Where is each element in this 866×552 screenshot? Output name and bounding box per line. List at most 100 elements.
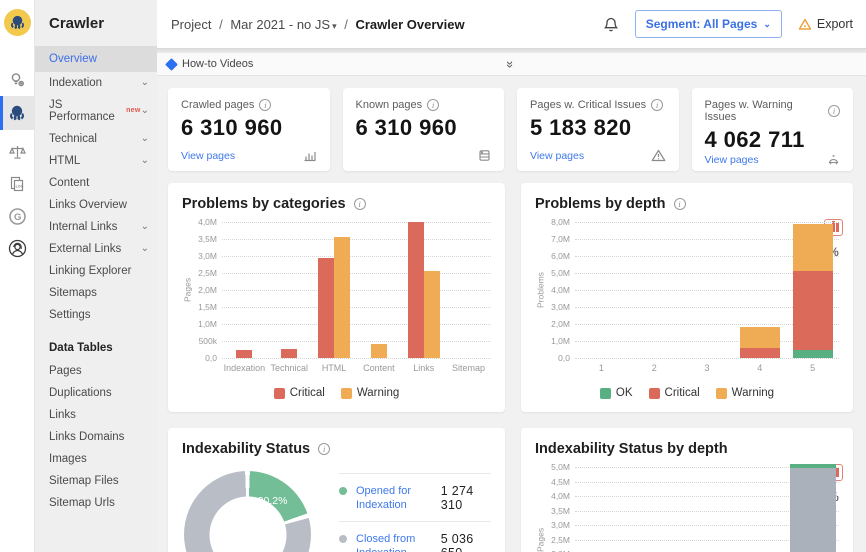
- legend-item-critical[interactable]: Critical: [274, 387, 325, 399]
- stacked-bar[interactable]: [578, 467, 624, 552]
- stacked-bar[interactable]: [631, 467, 677, 552]
- info-icon[interactable]: i: [427, 99, 439, 111]
- sidebar-item-technical[interactable]: Technical⌄: [35, 128, 157, 150]
- legend-label-link[interactable]: Opened for Indexation: [356, 484, 432, 512]
- support-headset-icon[interactable]: [0, 232, 35, 264]
- export-button[interactable]: Export: [798, 17, 853, 31]
- sidebar-item-overview[interactable]: Overview: [35, 46, 157, 72]
- sidebar-item-images[interactable]: Images: [35, 448, 157, 470]
- segment-closed-from-indexation[interactable]: [790, 468, 836, 552]
- info-icon[interactable]: i: [651, 99, 663, 111]
- segment-ok[interactable]: [793, 350, 833, 359]
- stacked-bar[interactable]: [793, 222, 833, 358]
- scales-icon[interactable]: [0, 136, 35, 168]
- chevron-down-icon[interactable]: ▾: [332, 21, 337, 31]
- sidebar-item-links-overview[interactable]: Links Overview: [35, 194, 157, 216]
- howto-videos-bar: How-to Videos »: [157, 53, 866, 76]
- y-axis: 5,0M4,5M4,0M3,5M3,0M2,5M2,0M1,5M1,0M500k…: [546, 467, 575, 552]
- sidebar-item-pages[interactable]: Pages: [35, 360, 157, 382]
- stacked-bar[interactable]: [687, 222, 727, 358]
- botify-logo[interactable]: [4, 9, 31, 36]
- info-icon[interactable]: i: [354, 198, 366, 210]
- sidebar-item-linking-explorer[interactable]: Linking Explorer: [35, 260, 157, 282]
- gridline: [222, 358, 491, 359]
- sidebar-item-settings[interactable]: Settings: [35, 304, 157, 326]
- stacked-bar[interactable]: [790, 467, 836, 552]
- ideas-lightbulb-icon[interactable]: [0, 64, 35, 96]
- kpi-value: 6 310 960: [181, 115, 317, 141]
- view-pages-link[interactable]: View pages: [530, 150, 584, 162]
- view-pages-link[interactable]: View pages: [181, 150, 235, 162]
- g-circle-icon[interactable]: G: [0, 200, 35, 232]
- kpi-label-text: Crawled pages: [181, 99, 254, 111]
- breadcrumb-project-selector[interactable]: Mar 2021 - no JS: [230, 17, 330, 32]
- sidebar-item-label: External Links: [49, 243, 121, 255]
- sidebar-item-label: Images: [49, 453, 87, 465]
- view-pages-link[interactable]: View pages: [705, 154, 759, 166]
- stacked-bar[interactable]: [740, 222, 780, 358]
- info-icon[interactable]: i: [318, 443, 330, 455]
- bar-critical[interactable]: [318, 258, 334, 358]
- crawler-octopus-icon[interactable]: [0, 96, 35, 130]
- chart-area: Pages5,0M4,5M4,0M3,5M3,0M2,5M2,0M1,5M1,0…: [535, 467, 839, 552]
- sidebar-item-external-links[interactable]: External Links⌄: [35, 238, 157, 260]
- sidebar-item-js-performance[interactable]: JS Performancenew⌄: [35, 94, 157, 128]
- bar-slot-2: [628, 467, 681, 552]
- plot-area: [575, 467, 839, 552]
- sidebar-item-internal-links[interactable]: Internal Links ⌄: [35, 216, 157, 238]
- segment-critical[interactable]: [740, 348, 780, 358]
- legend-item-ok[interactable]: OK: [600, 387, 633, 399]
- sidebar-item-links-domains[interactable]: Links Domains: [35, 426, 157, 448]
- donut-chart[interactable]: 20.2%: [184, 471, 311, 552]
- notifications-bell-icon[interactable]: [603, 16, 619, 33]
- bar-warning[interactable]: [334, 237, 350, 358]
- legend-item-warning[interactable]: Warning: [716, 387, 774, 399]
- bars-layer: [222, 222, 491, 358]
- sidebar-item-content[interactable]: Content: [35, 172, 157, 194]
- stacked-bar[interactable]: [634, 222, 674, 358]
- x-tick-label: 1: [575, 363, 628, 373]
- chart-title: Indexability Status by depth: [535, 441, 728, 457]
- sidebar-item-duplications[interactable]: Duplications: [35, 382, 157, 404]
- sidebar-item-label: Content: [49, 177, 89, 189]
- bar-critical[interactable]: [236, 350, 252, 358]
- sidebar-item-links[interactable]: Links: [35, 404, 157, 426]
- donut-legend: Opened for Indexation1 274 310Closed fro…: [339, 473, 491, 552]
- bar-warning[interactable]: [424, 271, 440, 358]
- bar-critical[interactable]: [408, 222, 424, 358]
- bar-warning[interactable]: [371, 344, 387, 358]
- sidebar-item-html[interactable]: HTML⌄: [35, 150, 157, 172]
- segment-critical[interactable]: [793, 271, 833, 349]
- bar-slot-sitemap: [446, 222, 491, 358]
- breadcrumb-root[interactable]: Project: [171, 17, 211, 32]
- sidebar-item-sitemaps[interactable]: Sitemaps: [35, 282, 157, 304]
- indexability-status-by-depth-card: Indexability Status by depth%Pages5,0M4,…: [521, 428, 853, 552]
- sidebar-item-sitemap-urls[interactable]: Sitemap Urls: [35, 492, 157, 514]
- info-icon[interactable]: i: [674, 198, 686, 210]
- howto-videos-label[interactable]: How-to Videos: [182, 58, 253, 70]
- legend-item-critical[interactable]: Critical: [649, 387, 700, 399]
- legend-item-warning[interactable]: Warning: [341, 387, 399, 399]
- chevron-down-icon: ⌄: [141, 158, 149, 164]
- collapse-double-chevron-icon[interactable]: »: [503, 60, 518, 67]
- bar-critical[interactable]: [281, 349, 297, 358]
- x-axis: IndexationTechnicalHTMLContentLinksSitem…: [222, 363, 491, 373]
- kpi-value: 4 062 711: [705, 127, 841, 153]
- sidebar-item-sitemap-files[interactable]: Sitemap Files: [35, 470, 157, 492]
- info-icon[interactable]: i: [259, 99, 271, 111]
- chevron-down-icon: ⌄: [141, 80, 149, 86]
- sidebar-item-indexation[interactable]: Indexation⌄: [35, 72, 157, 94]
- info-icon[interactable]: i: [828, 105, 840, 117]
- sidebar-item-label: Internal Links: [49, 221, 117, 233]
- segment-selector-button[interactable]: Segment: All Pages⌄: [635, 10, 782, 38]
- log-files-icon[interactable]: LOG: [0, 168, 35, 200]
- segment-warning[interactable]: [740, 327, 780, 347]
- stacked-bar[interactable]: [684, 467, 730, 552]
- y-tick-label: 4,0M: [198, 217, 217, 227]
- legend-label-link[interactable]: Closed from Indexation: [356, 532, 432, 552]
- segment-warning[interactable]: [793, 224, 833, 272]
- chevron-down-icon: ⌄: [141, 224, 149, 230]
- bar-slot-links: [401, 222, 446, 358]
- stacked-bar[interactable]: [581, 222, 621, 358]
- stacked-bar[interactable]: [737, 467, 783, 552]
